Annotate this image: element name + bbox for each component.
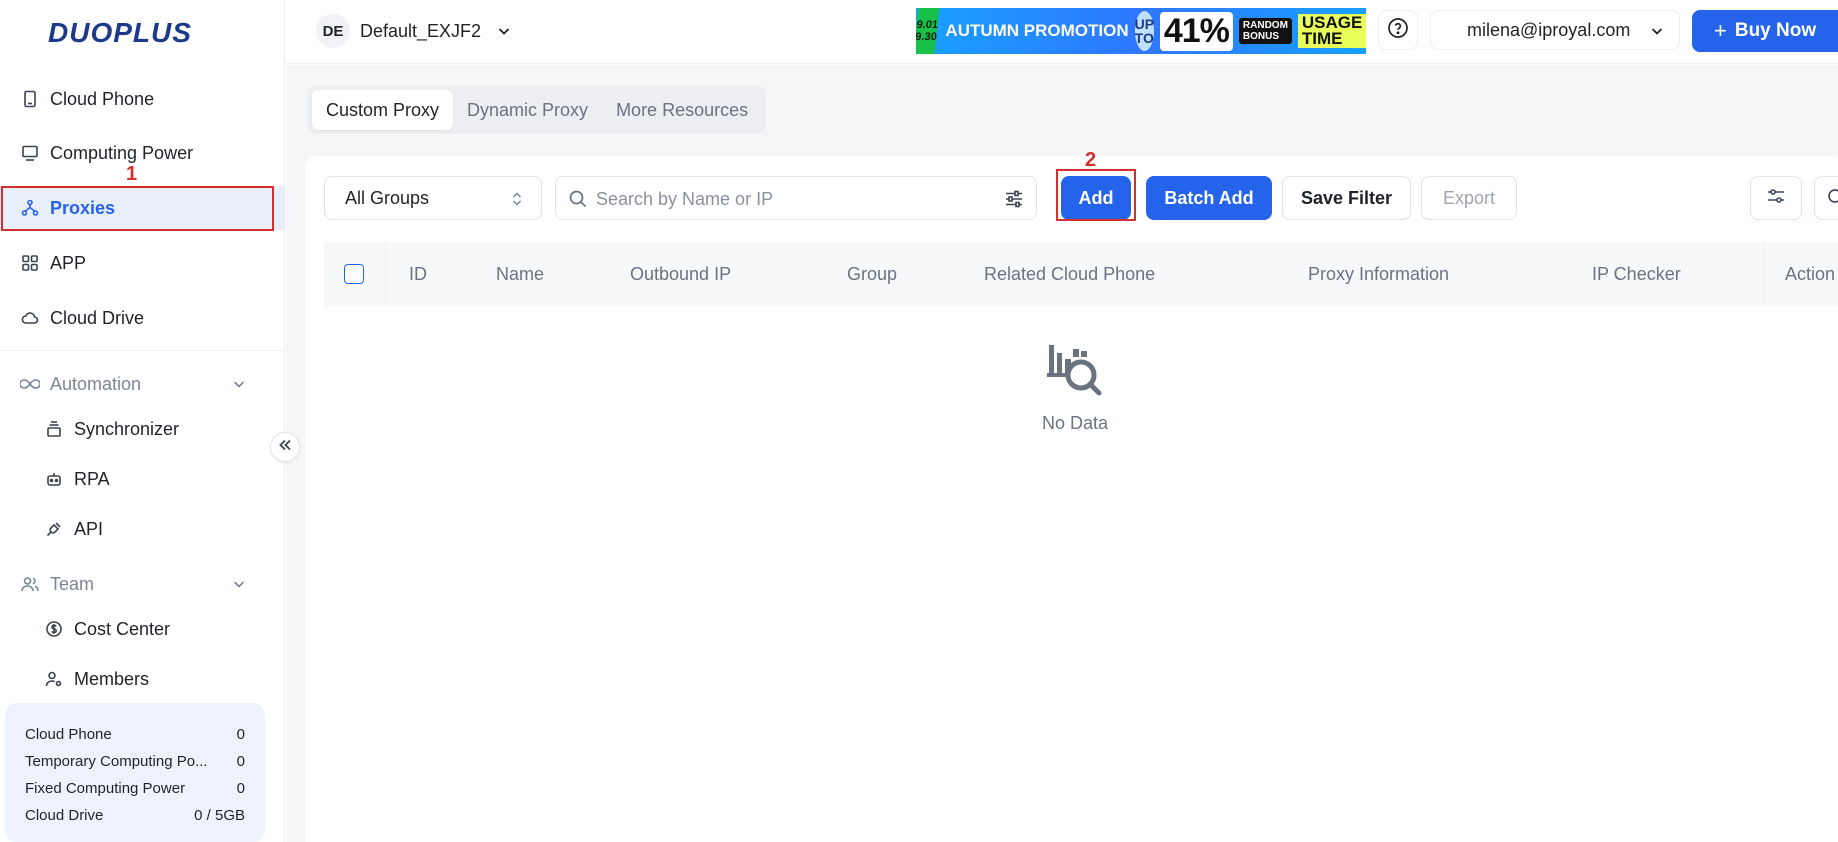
usage-row-cloud-drive: Cloud Drive 0 / 5GB	[25, 807, 245, 824]
column-id[interactable]: ID	[409, 264, 427, 285]
save-filter-button[interactable]: Save Filter	[1282, 176, 1411, 220]
group-select[interactable]: All Groups	[324, 176, 542, 220]
plug-icon	[44, 519, 64, 539]
column-related-cloud-phone[interactable]: Related Cloud Phone	[984, 264, 1155, 285]
add-button[interactable]: Add	[1061, 176, 1131, 220]
sidebar-item-api[interactable]: API	[0, 507, 285, 551]
apps-grid-icon	[20, 253, 40, 273]
sidebar-item-proxies[interactable]: Proxies	[0, 186, 285, 230]
plus-icon: +	[1714, 18, 1727, 43]
double-chevron-left-icon	[277, 437, 293, 458]
sidebar-group-automation[interactable]: Automation	[0, 362, 285, 406]
dollar-circle-icon	[44, 619, 64, 639]
sidebar-item-rpa[interactable]: RPA	[0, 457, 285, 501]
promo-upto-badge: UP TO	[1134, 11, 1154, 51]
annotation-2: 2	[1085, 149, 1097, 171]
usage-summary-panel: Cloud Phone 0 Temporary Computing Po... …	[5, 703, 265, 842]
sidebar-collapse-button[interactable]	[270, 432, 300, 462]
column-name[interactable]: Name	[496, 264, 544, 285]
column-group[interactable]: Group	[847, 264, 897, 285]
sidebar: DUOPLUS Cloud Phone Computing Power Prox…	[0, 0, 285, 842]
monitor-icon	[20, 143, 40, 163]
autumn-promotion-banner[interactable]: 9.01 9.30 AUTUMN PROMOTION UP TO 41% RAN…	[916, 8, 1366, 54]
annotation-1: 1	[126, 163, 138, 185]
no-data-text: No Data	[1041, 413, 1109, 433]
promo-usage-time: USAGE TIME	[1297, 14, 1366, 48]
search-input[interactable]	[596, 185, 976, 213]
duoplus-logo[interactable]: DUOPLUS	[48, 17, 192, 48]
filter-sliders-icon[interactable]	[1004, 189, 1024, 209]
robot-icon	[44, 469, 64, 489]
settings-sliders-icon	[1766, 186, 1786, 211]
column-ip-checker[interactable]: IP Checker	[1592, 264, 1681, 285]
column-separator	[1763, 242, 1764, 306]
chevron-down-icon	[231, 576, 247, 592]
buy-now-button[interactable]: + Buy Now	[1692, 10, 1838, 52]
select-all-checkbox[interactable]	[344, 264, 364, 284]
tab-custom-proxy[interactable]: Custom Proxy	[312, 90, 454, 130]
promo-percent: 41%	[1159, 11, 1233, 51]
workspace-avatar[interactable]: DE	[316, 14, 350, 48]
column-separator	[385, 242, 386, 306]
no-data-search-icon	[1043, 341, 1107, 401]
user-gear-icon	[44, 669, 64, 689]
sidebar-item-cloud-phone[interactable]: Cloud Phone	[0, 77, 285, 121]
promo-date: 9.01 9.30	[916, 8, 940, 54]
refresh-button[interactable]	[1814, 176, 1838, 220]
sidebar-item-cloud-drive[interactable]: Cloud Drive	[0, 296, 285, 340]
sidebar-group-team[interactable]: Team	[0, 562, 285, 606]
network-icon	[20, 198, 40, 218]
account-menu[interactable]: milena@iproyal.com	[1430, 10, 1680, 50]
help-circle-icon	[1387, 17, 1409, 44]
chevron-down-icon	[1649, 23, 1665, 39]
search-icon	[568, 189, 588, 209]
chevron-down-icon	[231, 376, 247, 392]
usage-row-fixed-computing: Fixed Computing Power 0	[25, 780, 245, 797]
infinity-icon	[20, 374, 40, 394]
column-settings-button[interactable]	[1750, 176, 1802, 220]
usage-row-temporary-computing: Temporary Computing Po... 0	[25, 753, 245, 770]
empty-state: No Data	[305, 341, 1838, 434]
phone-icon	[20, 89, 40, 109]
sidebar-item-cost-center[interactable]: Cost Center	[0, 607, 285, 651]
refresh-icon	[1825, 186, 1838, 211]
cloud-icon	[20, 308, 40, 328]
tab-more-resources[interactable]: More Resources	[602, 90, 762, 130]
tab-dynamic-proxy[interactable]: Dynamic Proxy	[453, 90, 602, 130]
sidebar-item-synchronizer[interactable]: Synchronizer	[0, 407, 285, 451]
layers-icon	[44, 419, 64, 439]
promo-title: AUTUMN PROMOTION	[945, 21, 1129, 40]
top-header: DE Default_EXJF2 9.01 9.30 AUTUMN PROMOT…	[286, 0, 1838, 64]
promo-bonus: RANDOM BONUS	[1238, 18, 1292, 44]
column-proxy-information[interactable]: Proxy Information	[1308, 264, 1449, 285]
export-button[interactable]: Export	[1421, 176, 1517, 220]
workspace-name[interactable]: Default_EXJF2	[360, 21, 481, 42]
main-content: Custom Proxy Dynamic Proxy More Resource…	[286, 65, 1838, 842]
account-email: milena@iproyal.com	[1467, 19, 1631, 40]
table-header: ID Name Outbound IP Group Related Cloud …	[324, 242, 1838, 306]
chevron-down-icon[interactable]	[496, 23, 512, 39]
help-button[interactable]	[1378, 10, 1418, 50]
column-outbound-ip[interactable]: Outbound IP	[630, 264, 731, 285]
usage-row-cloud-phone: Cloud Phone 0	[25, 726, 245, 743]
proxy-tabs: Custom Proxy Dynamic Proxy More Resource…	[308, 86, 767, 134]
proxy-list-card: All Groups Add 2 Batch Add Save Filter E…	[305, 149, 1838, 842]
sidebar-item-app[interactable]: APP	[0, 241, 285, 285]
sidebar-item-members[interactable]: Members	[0, 657, 285, 701]
search-box	[555, 176, 1037, 220]
sort-updown-icon	[511, 190, 523, 208]
sidebar-divider	[0, 350, 285, 351]
batch-add-button[interactable]: Batch Add	[1146, 176, 1272, 220]
team-icon	[20, 574, 40, 594]
sidebar-item-computing-power[interactable]: Computing Power	[0, 131, 285, 175]
column-action[interactable]: Action	[1785, 264, 1835, 285]
